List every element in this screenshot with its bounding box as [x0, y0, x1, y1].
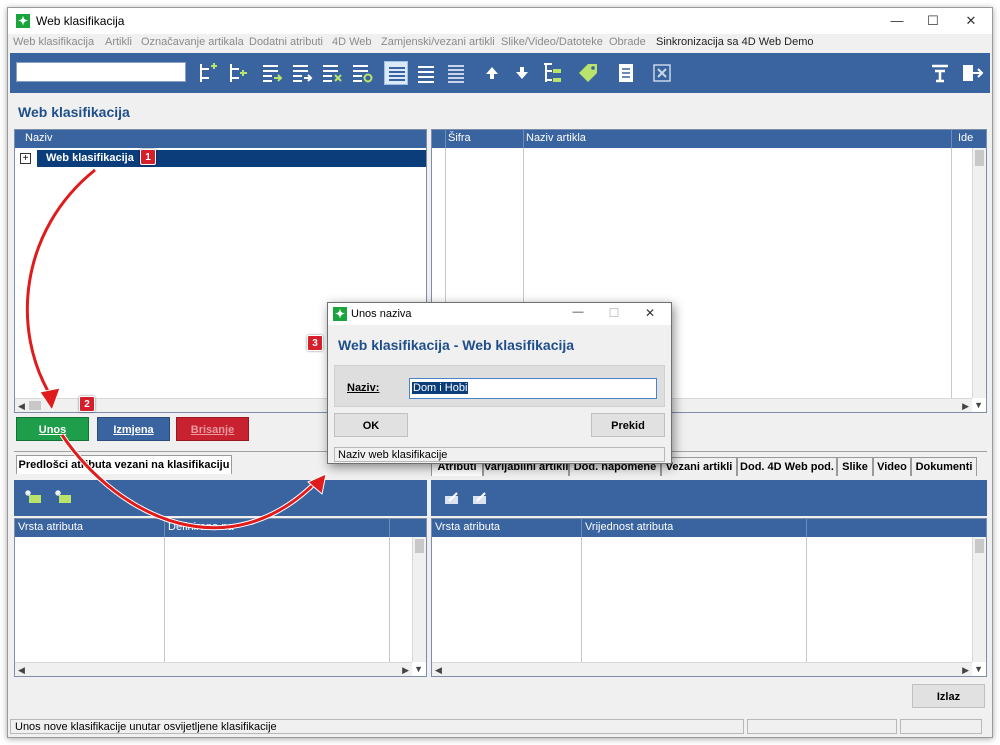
step-marker-1: 1 — [140, 149, 156, 165]
arrowhead-2 — [307, 473, 327, 495]
arrow-1-to-2 — [25, 168, 96, 399]
annotation-arrows — [24, 168, 327, 531]
step-marker-2: 2 — [79, 396, 95, 412]
arrowhead-1 — [39, 387, 61, 412]
step-marker-3: 3 — [307, 335, 323, 351]
